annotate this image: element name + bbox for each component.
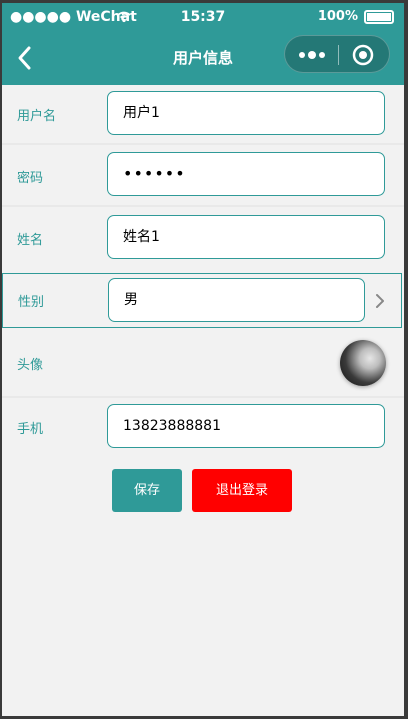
phone-screen: ●●●●● WeChat 15:37 100% 用户信息 用户名 用户1 密码 … bbox=[2, 3, 404, 716]
phone-row: 手机 13823888881 bbox=[2, 398, 404, 456]
username-row: 用户名 用户1 bbox=[2, 85, 404, 143]
gender-label: 性别 bbox=[18, 295, 45, 310]
username-field[interactable]: 用户1 bbox=[107, 91, 385, 135]
phone-label: 手机 bbox=[17, 422, 44, 437]
more-dots-icon[interactable] bbox=[297, 48, 327, 62]
capsule-divider bbox=[338, 45, 339, 65]
chevron-right-icon bbox=[376, 294, 384, 308]
avatar-label: 头像 bbox=[17, 358, 44, 373]
close-target-icon[interactable] bbox=[351, 43, 375, 67]
save-button[interactable]: 保存 bbox=[112, 469, 182, 512]
battery-icon bbox=[364, 9, 394, 24]
gender-picker[interactable]: 男 bbox=[108, 278, 365, 322]
name-row: 姓名 姓名1 bbox=[2, 207, 404, 267]
gender-row[interactable]: 性别 男 bbox=[2, 273, 402, 328]
password-label: 密码 bbox=[17, 171, 44, 186]
battery-indicator: 100% bbox=[318, 9, 394, 24]
name-label: 姓名 bbox=[17, 233, 44, 248]
username-label: 用户名 bbox=[17, 109, 57, 124]
battery-label: 100% bbox=[317, 9, 358, 24]
header: ●●●●● WeChat 15:37 100% 用户信息 bbox=[2, 3, 404, 85]
password-field[interactable]: •••••• bbox=[107, 152, 385, 196]
avatar[interactable] bbox=[340, 340, 386, 386]
status-bar: ●●●●● WeChat 15:37 100% bbox=[2, 3, 404, 31]
logout-button[interactable]: 退出登录 bbox=[192, 469, 292, 512]
nav-bar: 用户信息 bbox=[2, 31, 404, 85]
phone-field[interactable]: 13823888881 bbox=[107, 404, 385, 448]
name-field[interactable]: 姓名1 bbox=[107, 215, 385, 259]
password-row: 密码 •••••• bbox=[2, 145, 404, 205]
mini-program-capsule bbox=[284, 35, 390, 73]
